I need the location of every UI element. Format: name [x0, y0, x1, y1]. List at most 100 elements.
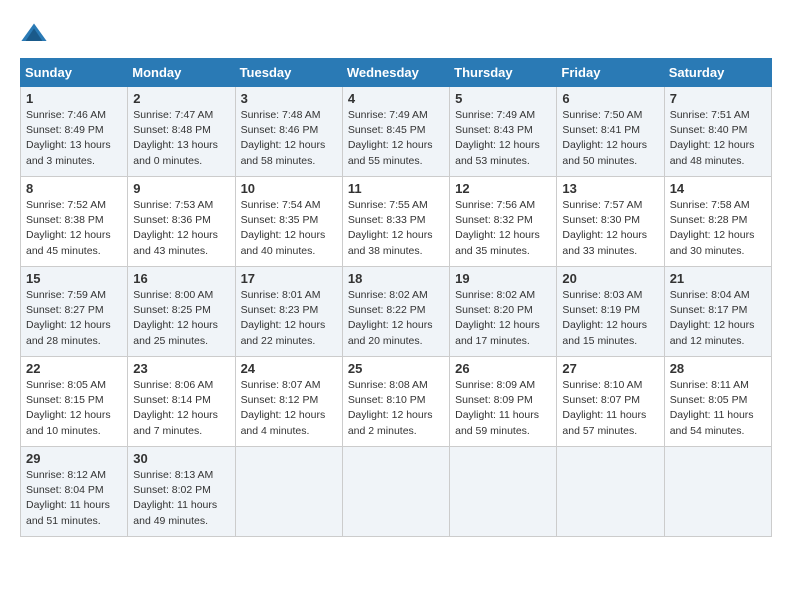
day-number: 21	[670, 271, 766, 286]
day-info: Sunrise: 7:46 AMSunset: 8:49 PMDaylight:…	[26, 108, 122, 169]
calendar-cell: 5 Sunrise: 7:49 AMSunset: 8:43 PMDaylight…	[450, 87, 557, 177]
calendar-week-row: 1 Sunrise: 7:46 AMSunset: 8:49 PMDaylight…	[21, 87, 772, 177]
calendar-cell: 30 Sunrise: 8:13 AMSunset: 8:02 PMDayligh…	[128, 447, 235, 537]
calendar-cell: 23 Sunrise: 8:06 AMSunset: 8:14 PMDayligh…	[128, 357, 235, 447]
calendar-cell: 24 Sunrise: 8:07 AMSunset: 8:12 PMDayligh…	[235, 357, 342, 447]
calendar-cell: 15Sunrise: 7:59 AMSunset: 8:27 PMDayligh…	[21, 267, 128, 357]
header	[20, 20, 772, 48]
calendar-cell	[557, 447, 664, 537]
calendar-cell: 11 Sunrise: 7:55 AMSunset: 8:33 PMDayligh…	[342, 177, 449, 267]
day-info: Sunrise: 7:55 AMSunset: 8:33 PMDaylight:…	[348, 198, 444, 259]
day-info: Sunrise: 7:57 AMSunset: 8:30 PMDaylight:…	[562, 198, 658, 259]
day-number: 5	[455, 91, 551, 106]
day-number: 8	[26, 181, 122, 196]
weekday-header-friday: Friday	[557, 59, 664, 87]
calendar-cell: 25Sunrise: 8:08 AMSunset: 8:10 PMDayligh…	[342, 357, 449, 447]
calendar-cell: 18Sunrise: 8:02 AMSunset: 8:22 PMDayligh…	[342, 267, 449, 357]
weekday-header-wednesday: Wednesday	[342, 59, 449, 87]
day-info: Sunrise: 7:51 AMSunset: 8:40 PMDaylight:…	[670, 108, 766, 169]
calendar-cell: 22 Sunrise: 8:05 AMSunset: 8:15 PMDayligh…	[21, 357, 128, 447]
calendar-table: SundayMondayTuesdayWednesdayThursdayFrid…	[20, 58, 772, 537]
day-number: 16	[133, 271, 229, 286]
day-info: Sunrise: 7:52 AMSunset: 8:38 PMDaylight:…	[26, 198, 122, 259]
calendar-cell: 29Sunrise: 8:12 AMSunset: 8:04 PMDayligh…	[21, 447, 128, 537]
calendar-cell: 3 Sunrise: 7:48 AMSunset: 8:46 PMDaylight…	[235, 87, 342, 177]
weekday-header-thursday: Thursday	[450, 59, 557, 87]
calendar-cell	[235, 447, 342, 537]
calendar-week-row: 15Sunrise: 7:59 AMSunset: 8:27 PMDayligh…	[21, 267, 772, 357]
calendar-cell: 16Sunrise: 8:00 AMSunset: 8:25 PMDayligh…	[128, 267, 235, 357]
day-info: Sunrise: 7:58 AMSunset: 8:28 PMDaylight:…	[670, 198, 766, 259]
calendar-cell: 9 Sunrise: 7:53 AMSunset: 8:36 PMDaylight…	[128, 177, 235, 267]
day-info: Sunrise: 8:03 AMSunset: 8:19 PMDaylight:…	[562, 288, 658, 349]
day-number: 17	[241, 271, 337, 286]
calendar-cell: 1 Sunrise: 7:46 AMSunset: 8:49 PMDaylight…	[21, 87, 128, 177]
calendar-week-row: 8 Sunrise: 7:52 AMSunset: 8:38 PMDaylight…	[21, 177, 772, 267]
weekday-header-saturday: Saturday	[664, 59, 771, 87]
day-number: 12	[455, 181, 551, 196]
weekday-header-row: SundayMondayTuesdayWednesdayThursdayFrid…	[21, 59, 772, 87]
day-number: 1	[26, 91, 122, 106]
day-number: 11	[348, 181, 444, 196]
day-number: 24	[241, 361, 337, 376]
day-number: 13	[562, 181, 658, 196]
day-info: Sunrise: 8:07 AMSunset: 8:12 PMDaylight:…	[241, 378, 337, 439]
day-number: 19	[455, 271, 551, 286]
logo-icon	[20, 20, 48, 48]
day-number: 4	[348, 91, 444, 106]
day-info: Sunrise: 8:04 AMSunset: 8:17 PMDaylight:…	[670, 288, 766, 349]
calendar-cell: 13 Sunrise: 7:57 AMSunset: 8:30 PMDayligh…	[557, 177, 664, 267]
calendar-cell	[450, 447, 557, 537]
calendar-cell: 17 Sunrise: 8:01 AMSunset: 8:23 PMDayligh…	[235, 267, 342, 357]
day-info: Sunrise: 7:50 AMSunset: 8:41 PMDaylight:…	[562, 108, 658, 169]
day-info: Sunrise: 7:48 AMSunset: 8:46 PMDaylight:…	[241, 108, 337, 169]
day-number: 3	[241, 91, 337, 106]
day-info: Sunrise: 8:01 AMSunset: 8:23 PMDaylight:…	[241, 288, 337, 349]
calendar-cell: 2 Sunrise: 7:47 AMSunset: 8:48 PMDaylight…	[128, 87, 235, 177]
day-info: Sunrise: 8:02 AMSunset: 8:20 PMDaylight:…	[455, 288, 551, 349]
day-info: Sunrise: 7:56 AMSunset: 8:32 PMDaylight:…	[455, 198, 551, 259]
day-number: 9	[133, 181, 229, 196]
calendar-cell: 20 Sunrise: 8:03 AMSunset: 8:19 PMDayligh…	[557, 267, 664, 357]
day-number: 7	[670, 91, 766, 106]
day-info: Sunrise: 7:53 AMSunset: 8:36 PMDaylight:…	[133, 198, 229, 259]
logo	[20, 20, 52, 48]
weekday-header-tuesday: Tuesday	[235, 59, 342, 87]
calendar-cell: 14 Sunrise: 7:58 AMSunset: 8:28 PMDayligh…	[664, 177, 771, 267]
calendar-cell: 26Sunrise: 8:09 AMSunset: 8:09 PMDayligh…	[450, 357, 557, 447]
day-number: 15	[26, 271, 122, 286]
calendar-cell: 4 Sunrise: 7:49 AMSunset: 8:45 PMDaylight…	[342, 87, 449, 177]
day-number: 29	[26, 451, 122, 466]
day-number: 20	[562, 271, 658, 286]
day-info: Sunrise: 7:49 AMSunset: 8:43 PMDaylight:…	[455, 108, 551, 169]
day-number: 14	[670, 181, 766, 196]
day-number: 30	[133, 451, 229, 466]
calendar-cell	[342, 447, 449, 537]
calendar-cell: 6 Sunrise: 7:50 AMSunset: 8:41 PMDaylight…	[557, 87, 664, 177]
calendar-cell: 19 Sunrise: 8:02 AMSunset: 8:20 PMDayligh…	[450, 267, 557, 357]
day-number: 23	[133, 361, 229, 376]
day-info: Sunrise: 8:11 AMSunset: 8:05 PMDaylight:…	[670, 378, 766, 439]
calendar-cell: 10Sunrise: 7:54 AMSunset: 8:35 PMDayligh…	[235, 177, 342, 267]
day-number: 28	[670, 361, 766, 376]
day-number: 26	[455, 361, 551, 376]
calendar-cell: 12 Sunrise: 7:56 AMSunset: 8:32 PMDayligh…	[450, 177, 557, 267]
calendar-cell: 28 Sunrise: 8:11 AMSunset: 8:05 PMDayligh…	[664, 357, 771, 447]
calendar-cell: 27 Sunrise: 8:10 AMSunset: 8:07 PMDayligh…	[557, 357, 664, 447]
day-info: Sunrise: 8:05 AMSunset: 8:15 PMDaylight:…	[26, 378, 122, 439]
day-number: 25	[348, 361, 444, 376]
weekday-header-sunday: Sunday	[21, 59, 128, 87]
day-info: Sunrise: 8:06 AMSunset: 8:14 PMDaylight:…	[133, 378, 229, 439]
calendar-week-row: 29Sunrise: 8:12 AMSunset: 8:04 PMDayligh…	[21, 447, 772, 537]
day-info: Sunrise: 7:49 AMSunset: 8:45 PMDaylight:…	[348, 108, 444, 169]
weekday-header-monday: Monday	[128, 59, 235, 87]
day-info: Sunrise: 8:13 AMSunset: 8:02 PMDaylight:…	[133, 468, 229, 529]
day-info: Sunrise: 7:47 AMSunset: 8:48 PMDaylight:…	[133, 108, 229, 169]
day-number: 27	[562, 361, 658, 376]
calendar-cell	[664, 447, 771, 537]
calendar-week-row: 22 Sunrise: 8:05 AMSunset: 8:15 PMDayligh…	[21, 357, 772, 447]
day-number: 6	[562, 91, 658, 106]
day-number: 2	[133, 91, 229, 106]
day-number: 22	[26, 361, 122, 376]
day-info: Sunrise: 8:10 AMSunset: 8:07 PMDaylight:…	[562, 378, 658, 439]
